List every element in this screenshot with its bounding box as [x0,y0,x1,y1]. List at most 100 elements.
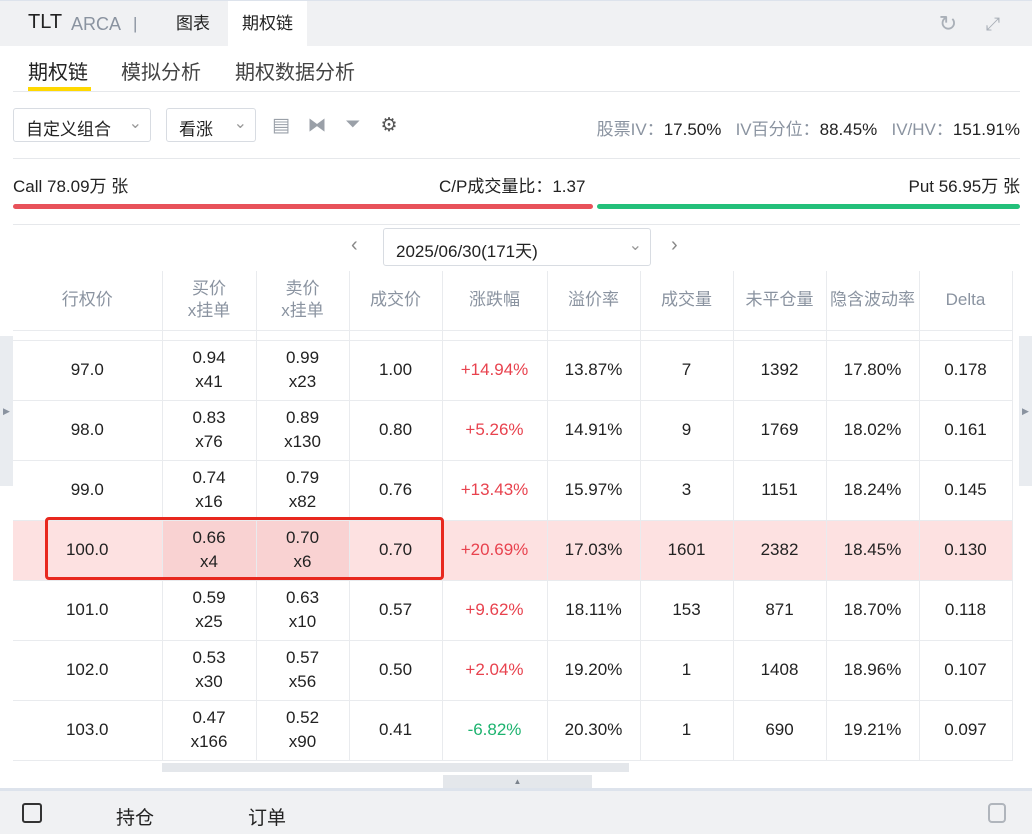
cell-premium[interactable]: 20.30% [547,700,641,761]
cell-bid[interactable]: 0.83 x76 [162,400,257,461]
cell-change[interactable]: +5.26% [442,400,548,461]
cell-change[interactable]: +13.43% [442,460,548,521]
column-header[interactable]: Delta [919,271,1013,331]
cell-delta[interactable]: 0.097 [919,700,1013,761]
subtab-option-data[interactable]: 期权数据分析 [235,56,355,85]
cell-ask[interactable]: 0.89 x130 [256,400,350,461]
table-row[interactable]: 97.0 0.94 x41 0.99 x23 1.00 +14.94% 13.87% 7 1392… [13,340,1013,401]
column-header[interactable]: 卖价 x挂单 [256,271,350,331]
cell-last[interactable]: 0.80 [349,400,443,461]
cell-change[interactable]: +14.94% [442,340,548,401]
cell-strike[interactable]: 102.0 [13,640,163,701]
cell-ask[interactable]: 0.99 x23 [256,340,350,401]
cell-change[interactable]: +9.62% [442,580,548,641]
cell-oi[interactable]: 1408 [733,640,827,701]
column-header[interactable]: 溢价率 [547,271,641,331]
column-header[interactable]: 成交价 [349,271,443,331]
table-row[interactable]: 98.0 0.83 x76 0.89 x130 0.80 +5.26% 14.91% 9 1769… [13,400,1013,461]
layout-icon[interactable]: ▤ [270,114,292,136]
expiry-select[interactable]: 2025/06/30(171天) ⌄ [383,228,651,266]
table-row[interactable]: 101.0 0.59 x25 0.63 x10 0.57 +9.62% 18.11% 153 87… [13,580,1013,641]
cell-last[interactable]: 0.57 [349,580,443,641]
cell-premium[interactable]: 17.03% [547,520,641,581]
cell-vol[interactable]: 1601 [640,520,734,581]
subtab-option-chain[interactable]: 期权链 [28,56,88,85]
column-header[interactable]: 买价 x挂单 [162,271,257,331]
cell-change[interactable]: -6.82% [442,700,548,761]
cell-vol[interactable]: 9 [640,400,734,461]
tab-option-chain[interactable]: 期权链 [228,1,307,47]
cell-oi[interactable]: 690 [733,700,827,761]
tab-orders[interactable]: 订单 [248,803,286,830]
cell-oi[interactable]: 1151 [733,460,827,521]
cell-delta[interactable]: 0.118 [919,580,1013,641]
cell-bid[interactable]: 0.47 x166 [162,700,257,761]
cell-last[interactable]: 0.76 [349,460,443,521]
cell-last[interactable]: 1.00 [349,340,443,401]
collapse-button[interactable]: ▲ [443,775,592,788]
cell-ask[interactable]: 0.52 x90 [256,700,350,761]
cell-last[interactable]: 0.41 [349,700,443,761]
cell-oi[interactable]: 1392 [733,340,827,401]
next-expiry-button[interactable]: › [671,234,678,257]
cell-delta[interactable]: 0.178 [919,340,1013,401]
cell-strike[interactable]: 98.0 [13,400,163,461]
filter-icon[interactable]: ⏷ [342,114,364,136]
cell-bid[interactable]: 0.53 x30 [162,640,257,701]
cell-bid[interactable]: 0.94 x41 [162,340,257,401]
cell-delta[interactable]: 0.161 [919,400,1013,461]
cell-premium[interactable]: 15.97% [547,460,641,521]
cell-delta[interactable]: 0.145 [919,460,1013,521]
cell-premium[interactable]: 13.87% [547,340,641,401]
refresh-icon[interactable]: ↻ [935,11,961,37]
cell-premium[interactable]: 19.20% [547,640,641,701]
cell-premium[interactable]: 18.11% [547,580,641,641]
cell-oi[interactable]: 871 [733,580,827,641]
cell-change[interactable]: +20.69% [442,520,548,581]
column-header[interactable]: 隐含波动率 [826,271,920,331]
table-row[interactable]: 102.0 0.53 x30 0.57 x56 0.50 +2.04% 19.20% 1 1408… [13,640,1013,701]
gear-icon[interactable]: ⚙ [378,114,400,136]
cell-change[interactable]: +2.04% [442,640,548,701]
cell-vol[interactable]: 7 [640,340,734,401]
cell-delta[interactable]: 0.107 [919,640,1013,701]
column-header[interactable]: 行权价 [13,271,163,331]
panel-icon[interactable] [22,803,42,823]
tab-chart[interactable]: 图表 [162,1,224,47]
cell-vol[interactable]: 3 [640,460,734,521]
cell-strike[interactable]: 103.0 [13,700,163,761]
table-row[interactable]: 99.0 0.74 x16 0.79 x82 0.76 +13.43% 15.97% 3 1151… [13,460,1013,521]
cell-oi[interactable]: 2382 [733,520,827,581]
cell-iv[interactable]: 18.45% [826,520,920,581]
subtab-simulation[interactable]: 模拟分析 [121,56,201,85]
cell-iv[interactable]: 18.70% [826,580,920,641]
cell-vol[interactable]: 153 [640,580,734,641]
column-header[interactable]: 未平仓量 [733,271,827,331]
cell-delta[interactable]: 0.130 [919,520,1013,581]
cell-vol[interactable]: 1 [640,640,734,701]
cell-strike[interactable]: 97.0 [13,340,163,401]
cell-oi[interactable]: 1769 [733,400,827,461]
cell-iv[interactable]: 18.96% [826,640,920,701]
column-header[interactable]: 涨跌幅 [442,271,548,331]
prev-expiry-button[interactable]: ‹ [351,234,358,257]
tab-positions[interactable]: 持仓 [116,803,154,830]
cell-iv[interactable]: 19.21% [826,700,920,761]
column-header[interactable]: 成交量 [640,271,734,331]
split-icon[interactable]: ⧓ [306,114,328,136]
right-panel-toggle[interactable]: ▶ [1019,336,1032,486]
cell-last[interactable]: 0.50 [349,640,443,701]
cell-bid[interactable]: 0.59 x25 [162,580,257,641]
cell-premium[interactable]: 14.91% [547,400,641,461]
cell-ask[interactable]: 0.79 x82 [256,460,350,521]
table-row[interactable]: 103.0 0.47 x166 0.52 x90 0.41 -6.82% 20.30% 1 690… [13,700,1013,761]
copy-icon[interactable] [988,803,1006,823]
direction-select[interactable]: 看涨 ⌄ [166,108,256,142]
cell-vol[interactable]: 1 [640,700,734,761]
cell-ask[interactable]: 0.63 x10 [256,580,350,641]
expand-icon[interactable]: ⤢ [980,11,1006,37]
cell-iv[interactable]: 17.80% [826,340,920,401]
cell-strike[interactable]: 99.0 [13,460,163,521]
cell-bid[interactable]: 0.74 x16 [162,460,257,521]
cell-strike[interactable]: 101.0 [13,580,163,641]
